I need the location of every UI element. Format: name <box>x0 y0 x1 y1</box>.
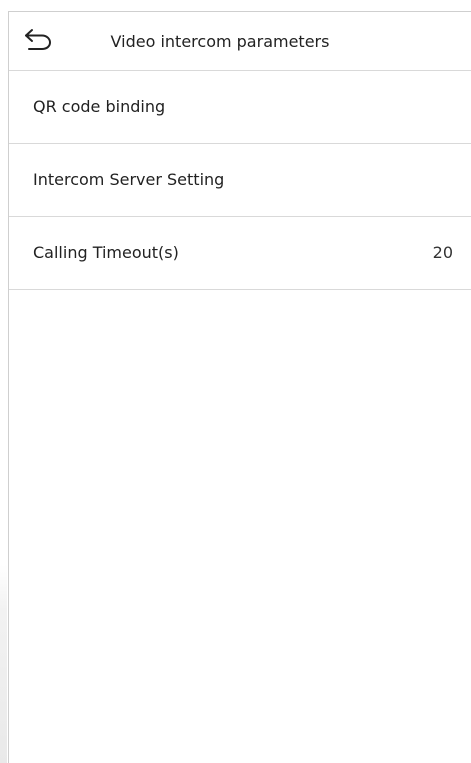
menu-item-intercom-server-setting[interactable]: Intercom Server Setting <box>9 144 471 217</box>
settings-screen: Video intercom parameters QR code bindin… <box>8 11 471 763</box>
menu-item-label: Calling Timeout(s) <box>33 243 179 262</box>
menu-item-calling-timeout[interactable]: Calling Timeout(s) 20 <box>9 217 471 290</box>
calling-timeout-value: 20 <box>432 243 453 262</box>
page-title: Video intercom parameters <box>110 32 330 51</box>
menu-item-qr-code-binding[interactable]: QR code binding <box>9 71 471 144</box>
menu-item-label: QR code binding <box>33 97 166 116</box>
left-gutter <box>0 0 7 763</box>
menu-item-label: Intercom Server Setting <box>33 170 225 189</box>
header-bar: Video intercom parameters <box>9 12 471 71</box>
